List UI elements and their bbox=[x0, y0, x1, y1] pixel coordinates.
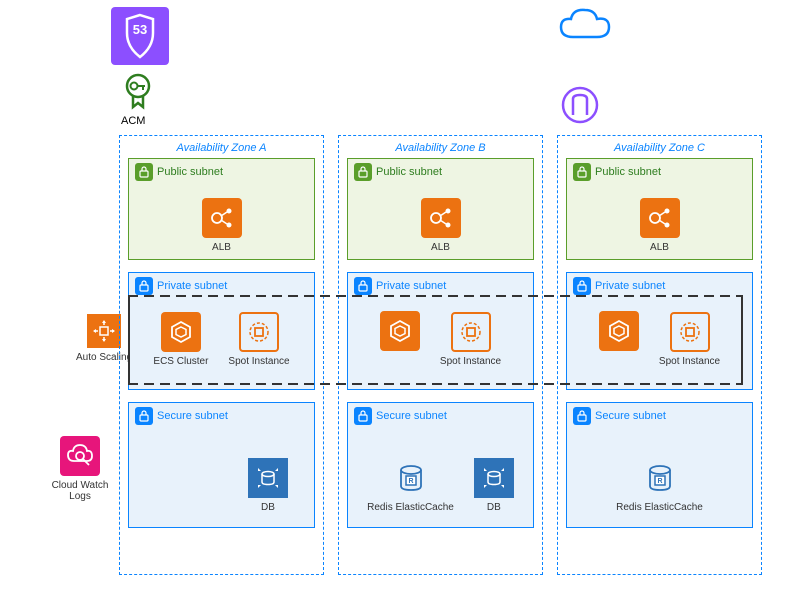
cloudwatch-label: Cloud Watch Logs bbox=[40, 480, 120, 502]
lock-icon bbox=[354, 163, 372, 181]
public-subnet-label: Public subnet bbox=[595, 166, 661, 178]
cloud-icon bbox=[555, 5, 615, 45]
public-subnet-label: Public subnet bbox=[157, 166, 223, 178]
svg-text:R: R bbox=[408, 478, 413, 485]
cloudwatch-block: Cloud Watch Logs bbox=[40, 436, 120, 502]
db-item: DB bbox=[474, 458, 514, 513]
zone-c-public-subnet: Public subnet ALB bbox=[566, 158, 753, 260]
redis-icon: R bbox=[391, 458, 431, 498]
lock-icon bbox=[573, 407, 591, 425]
ecs-icon bbox=[380, 311, 420, 351]
redis-icon: R bbox=[640, 458, 680, 498]
lock-icon bbox=[354, 277, 372, 295]
db-label: DB bbox=[487, 502, 501, 513]
redis-item: R Redis ElasticCache bbox=[616, 458, 703, 513]
ecs-item bbox=[599, 311, 639, 367]
availability-zone-b: Availability Zone B Public subnet ALB Pr… bbox=[338, 135, 543, 575]
zone-c-title: Availability Zone C bbox=[566, 142, 753, 154]
spot-icon bbox=[670, 312, 710, 352]
lock-icon bbox=[573, 163, 591, 181]
secure-subnet-label: Secure subnet bbox=[157, 410, 228, 422]
spot-label: Spot Instance bbox=[659, 356, 720, 367]
alb-item: ALB bbox=[421, 198, 461, 253]
db-icon bbox=[474, 458, 514, 498]
acm-icon bbox=[118, 72, 158, 112]
ecs-label: ECS Cluster bbox=[153, 356, 208, 367]
auto-scaling-icon bbox=[87, 314, 121, 348]
db-icon bbox=[248, 458, 288, 498]
private-subnet-label: Private subnet bbox=[157, 280, 227, 292]
zone-a-public-subnet: Public subnet ALB bbox=[128, 158, 315, 260]
zone-a-secure-subnet: Secure subnet DB bbox=[128, 402, 315, 528]
svg-text:53: 53 bbox=[133, 22, 147, 37]
alb-icon bbox=[640, 198, 680, 238]
alb-item: ALB bbox=[640, 198, 680, 253]
acm-label: ACM bbox=[121, 115, 145, 127]
lock-icon bbox=[135, 277, 153, 295]
alb-label: ALB bbox=[650, 242, 669, 253]
db-item: DB bbox=[248, 458, 288, 513]
redis-label: Redis ElasticCache bbox=[367, 502, 454, 513]
redis-item: R Redis ElasticCache bbox=[367, 458, 454, 513]
spot-item: Spot Instance bbox=[440, 312, 501, 367]
lock-icon bbox=[354, 407, 372, 425]
ecs-item bbox=[380, 311, 420, 367]
zone-b-public-subnet: Public subnet ALB bbox=[347, 158, 534, 260]
spot-icon bbox=[451, 312, 491, 352]
private-subnet-label: Private subnet bbox=[595, 280, 665, 292]
public-subnet-label: Public subnet bbox=[376, 166, 442, 178]
private-subnet-label: Private subnet bbox=[376, 280, 446, 292]
zone-a-title: Availability Zone A bbox=[128, 142, 315, 154]
spot-label: Spot Instance bbox=[228, 356, 289, 367]
availability-zone-c: Availability Zone C Public subnet ALB Pr… bbox=[557, 135, 762, 575]
spot-icon bbox=[239, 312, 279, 352]
availability-zone-a: Availability Zone A Public subnet ALB Pr… bbox=[119, 135, 324, 575]
svg-text:R: R bbox=[657, 478, 662, 485]
alb-item: ALB bbox=[202, 198, 242, 253]
redis-label: Redis ElasticCache bbox=[616, 502, 703, 513]
ecs-icon bbox=[161, 312, 201, 352]
alb-label: ALB bbox=[431, 242, 450, 253]
route53-icon: 53 bbox=[111, 7, 169, 65]
zone-a-private-subnet: Private subnet ECS Cluster Spot Instance bbox=[128, 272, 315, 390]
cloudwatch-icon bbox=[60, 436, 100, 476]
lock-icon bbox=[135, 163, 153, 181]
lock-icon bbox=[135, 407, 153, 425]
zone-c-private-subnet: Private subnet Spot Instance bbox=[566, 272, 753, 390]
alb-icon bbox=[202, 198, 242, 238]
ecs-item: ECS Cluster bbox=[153, 312, 208, 367]
spot-label: Spot Instance bbox=[440, 356, 501, 367]
alb-label: ALB bbox=[212, 242, 231, 253]
zone-b-title: Availability Zone B bbox=[347, 142, 534, 154]
lock-icon bbox=[573, 277, 591, 295]
secure-subnet-label: Secure subnet bbox=[595, 410, 666, 422]
gateway-icon bbox=[560, 85, 600, 125]
zone-b-private-subnet: Private subnet Spot Instance bbox=[347, 272, 534, 390]
secure-subnet-label: Secure subnet bbox=[376, 410, 447, 422]
db-label: DB bbox=[261, 502, 275, 513]
spot-item: Spot Instance bbox=[228, 312, 289, 367]
spot-item: Spot Instance bbox=[659, 312, 720, 367]
ecs-icon bbox=[599, 311, 639, 351]
alb-icon bbox=[421, 198, 461, 238]
zone-b-secure-subnet: Secure subnet R Redis ElasticCache DB bbox=[347, 402, 534, 528]
zone-c-secure-subnet: Secure subnet R Redis ElasticCache bbox=[566, 402, 753, 528]
